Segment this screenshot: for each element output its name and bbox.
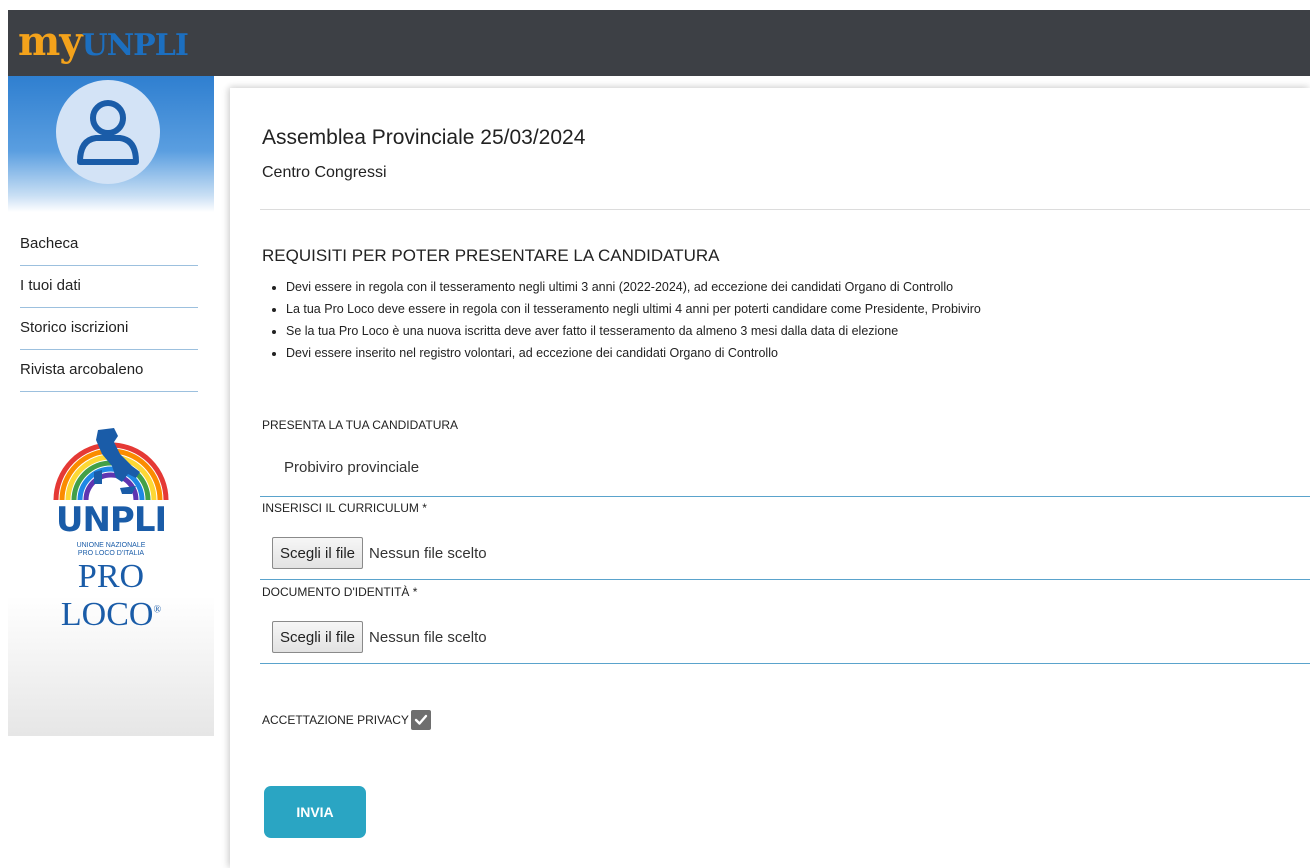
sidebar-item-storico-iscrizioni[interactable]: Storico iscrizioni (20, 308, 198, 350)
myunpli-logo[interactable]: myUNPLI (18, 18, 189, 68)
requirements-title: REQUISITI PER POTER PRESENTARE LA CANDID… (262, 246, 720, 265)
sidebar-item-bacheca[interactable]: Bacheca (20, 224, 198, 266)
proloco-text: PRO LOCO (60, 558, 154, 633)
sidebar: Bacheca I tuoi dati Storico iscrizioni R… (8, 76, 214, 736)
submit-button[interactable]: INVIA (264, 786, 366, 838)
checkmark-icon (414, 714, 428, 725)
page-subtitle: Centro Congressi (262, 164, 387, 181)
id-document-label: DOCUMENTO D'IDENTITÀ * (262, 585, 418, 599)
user-icon (77, 100, 139, 165)
privacy-checkbox[interactable] (410, 710, 431, 730)
candidature-underline (260, 496, 1310, 497)
sidebar-nav: Bacheca I tuoi dati Storico iscrizioni R… (20, 224, 198, 392)
top-bar: myUNPLI (8, 10, 1310, 76)
requirement-item: La tua Pro Loco deve essere in regola co… (286, 298, 1286, 320)
curriculum-file-input: Scegli il file Nessun file scelto (272, 537, 487, 569)
privacy-row: ACCETTAZIONE PRIVACY (262, 710, 431, 730)
unpli-subtitle-line-1: UNIONE NAZIONALE (76, 542, 146, 549)
id-document-choose-file-button[interactable]: Scegli il file (272, 621, 364, 653)
logo-unpli-text: UNPLI (81, 28, 189, 63)
candidature-select[interactable]: Probiviro provinciale (284, 459, 419, 476)
unpli-proloco-logo: UNPLI UNIONE NAZIONALE PRO LOCO D'ITALIA… (36, 422, 206, 633)
header-divider (260, 209, 1310, 210)
requirement-item: Devi essere in regola con il tesserament… (286, 276, 1286, 298)
requirement-item: Devi essere inserito nel registro volont… (286, 342, 1286, 364)
requirement-item: Se la tua Pro Loco è una nuova iscritta … (286, 320, 1286, 342)
rainbow-italy-icon (53, 428, 169, 501)
logo-my-text: my (18, 18, 83, 65)
id-document-file-status: Nessun file scelto (369, 628, 487, 646)
requirements-list: Devi essere in regola con il tesserament… (286, 276, 1286, 364)
curriculum-underline (260, 579, 1310, 580)
unpli-wordmark: UNPLI (55, 500, 167, 540)
main-panel: Assemblea Provinciale 25/03/2024 Centro … (230, 88, 1310, 868)
unpli-subtitle-line-2: PRO LOCO D'ITALIA (77, 550, 145, 557)
avatar[interactable] (56, 80, 160, 184)
id-document-file-input: Scegli il file Nessun file scelto (272, 621, 487, 653)
curriculum-choose-file-button[interactable]: Scegli il file (272, 537, 364, 569)
privacy-label: ACCETTAZIONE PRIVACY (262, 713, 409, 727)
id-document-underline (260, 663, 1310, 664)
proloco-wordmark: PRO LOCO® (26, 558, 196, 634)
sidebar-item-rivista-arcobaleno[interactable]: Rivista arcobaleno (20, 350, 198, 392)
page-title: Assemblea Provinciale 25/03/2024 (262, 126, 586, 149)
curriculum-file-status: Nessun file scelto (369, 544, 487, 562)
sidebar-profile-header (8, 76, 214, 212)
curriculum-label: INSERISCI IL CURRICULUM * (262, 501, 427, 515)
candidature-label: PRESENTA LA TUA CANDIDATURA (262, 418, 459, 432)
sidebar-item-i-tuoi-dati[interactable]: I tuoi dati (20, 266, 198, 308)
unpli-subtitle: UNIONE NAZIONALE PRO LOCO D'ITALIA (36, 542, 186, 558)
registered-mark: ® (153, 604, 162, 616)
